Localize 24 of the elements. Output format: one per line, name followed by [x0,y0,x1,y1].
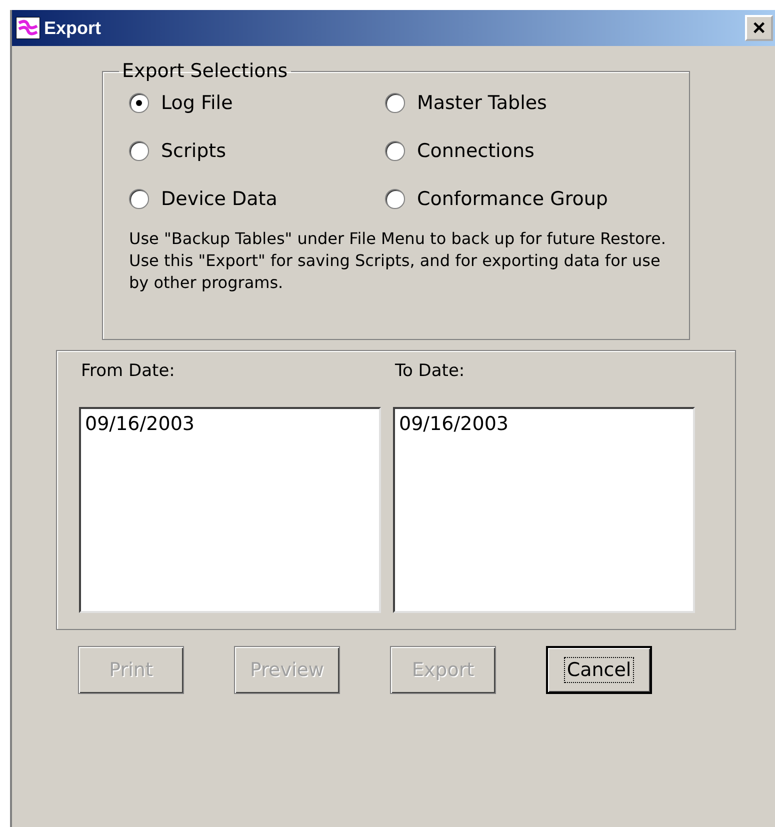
radio-button[interactable] [129,189,149,209]
radio-button[interactable] [385,189,405,209]
option-label: Scripts [161,140,226,162]
option-label: Master Tables [417,92,547,114]
radio-button[interactable] [129,93,149,113]
option-label: Device Data [161,188,278,210]
action-button[interactable]: Cancel [546,646,652,694]
option-label: Conformance Group [417,188,608,210]
radio-button[interactable] [129,141,149,161]
radio-button[interactable] [385,141,405,161]
date-label: From Date: [80,361,176,383]
group-title: Export Selections [121,60,289,82]
radio-button[interactable] [385,93,405,113]
app-icon [16,17,40,39]
option-label: Log File [161,92,233,114]
note-text: Use "Backup Tables" under File Menu to back up for future Restore. Use this "Export" for saving Scripts, and for exporting data for use by other programs. [129,228,667,294]
date-label: To Date: [394,361,466,383]
date-list[interactable]: 09/16/2003 [393,407,695,613]
close-button[interactable]: × [745,15,773,41]
date-item[interactable]: 09/16/2003 [399,413,689,435]
date-item[interactable]: 09/16/2003 [85,413,375,435]
window-title: Export [44,18,102,38]
option-label: Connections [417,140,534,162]
date-list[interactable]: 09/16/2003 [79,407,381,613]
